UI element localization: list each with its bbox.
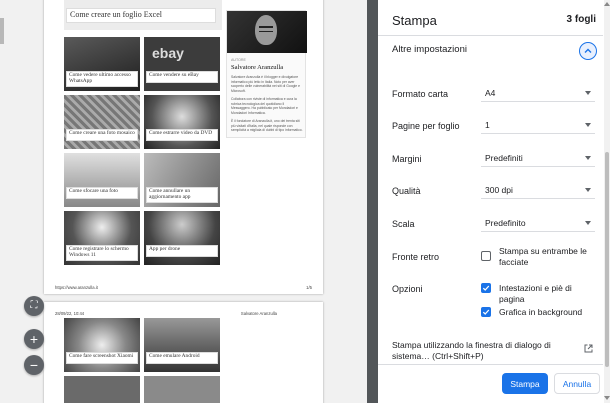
article-thumb[interactable]: ebay Come vendere su eBay <box>144 37 220 91</box>
article-thumb[interactable]: Come sfocare una foto <box>64 153 140 207</box>
thumb-caption: Come estrarre video da DVD <box>146 129 218 141</box>
author-bio: Collabora con riviste di informatica e c… <box>231 97 298 115</box>
article-thumb[interactable]: Come registrare lo schermo Windows 11 <box>64 211 140 265</box>
caret-down-icon <box>585 188 591 192</box>
thumb-caption: Come fare screenshot Xiaomi <box>66 352 138 364</box>
article-thumb[interactable]: Come annullare un aggiornamento app <box>144 153 220 207</box>
article-thumb[interactable]: Come estrarre video da DVD <box>144 95 220 149</box>
thumb-image <box>64 376 140 403</box>
thumb-caption: Come registrare lo schermo Windows 11 <box>66 245 138 261</box>
thumb-caption: Come sfocare una foto <box>66 187 138 199</box>
thumb-caption: App per drone <box>146 245 218 257</box>
options-label: Opzioni <box>392 284 423 294</box>
page-header-title: Salvatore Aranzulla <box>240 311 277 316</box>
chevron-up-icon <box>584 48 592 53</box>
author-bio: È il fondatore di Aranzulla.it, uno dei … <box>231 119 303 133</box>
caret-down-icon <box>585 221 591 225</box>
author-kicker: AUTORE <box>231 58 246 62</box>
print-button[interactable]: Stampa <box>502 373 548 394</box>
print-preview: Come creare un foglio Excel Come vedere … <box>0 0 367 403</box>
quality-label: Qualità <box>392 186 421 196</box>
plus-icon: + <box>29 331 39 347</box>
author-photo <box>227 11 307 53</box>
paper-size-value: A4 <box>485 88 496 98</box>
zoom-out-button[interactable]: − <box>24 355 44 375</box>
pages-per-sheet-label: Pagine per foglio <box>392 121 460 131</box>
author-name: Salvatore Aranzulla <box>231 64 284 71</box>
article-thumb[interactable]: Come vedere ultimo accesso WhatsApp <box>64 37 140 91</box>
margins-value: Predefiniti <box>485 153 523 163</box>
header-divider <box>378 35 603 36</box>
thumb-caption: Come vedere ultimo accesso WhatsApp <box>66 71 138 87</box>
background-graphics-label[interactable]: Grafica in background <box>499 307 599 318</box>
thumb-image <box>144 376 220 403</box>
duplex-option-label[interactable]: Stampa su entrambe le facciate <box>499 246 599 268</box>
page-footer-url: https://www.aranzulla.it <box>55 285 98 290</box>
headers-footers-label[interactable]: Intestazioni e piè di pagina <box>499 283 599 305</box>
panel-scrollbar[interactable] <box>604 0 610 403</box>
caret-down-icon <box>585 123 591 127</box>
preview-page-1: Come creare un foglio Excel Come vedere … <box>44 0 323 294</box>
scale-value: Predefinito <box>485 218 526 228</box>
preview-page-2: 28/09/22, 10:44 Salvatore Aranzulla Come… <box>44 302 323 403</box>
scroll-up-arrow-icon[interactable] <box>604 2 610 6</box>
margins-select[interactable]: Predefiniti <box>481 149 595 167</box>
thumb-caption: Come vendere su eBay <box>146 71 218 83</box>
pages-per-sheet-select[interactable]: 1 <box>481 116 595 134</box>
preview-edge <box>0 18 4 44</box>
scale-select[interactable]: Predefinito <box>481 214 595 232</box>
background-graphics-checkbox[interactable] <box>481 307 491 317</box>
thumb-caption: Come emulare Android <box>146 352 218 364</box>
page-header-date: 28/09/22, 10:44 <box>55 311 85 316</box>
zoom-in-button[interactable]: + <box>24 329 44 349</box>
minus-icon: − <box>29 357 39 373</box>
top-caption[interactable]: Come creare un foglio Excel <box>66 8 216 23</box>
thumb-caption: Come creare una foto mosaico <box>66 129 138 141</box>
paper-size-label: Formato carta <box>392 89 449 99</box>
fit-icon: ⛶ <box>30 300 38 311</box>
margins-label: Margini <box>392 154 422 164</box>
duplex-label: Fronte retro <box>392 252 440 262</box>
article-thumb[interactable]: Come emulare Android <box>144 318 220 372</box>
more-settings-label[interactable]: Altre impostazioni <box>392 44 467 55</box>
article-thumb[interactable]: App per drone <box>144 211 220 265</box>
open-external-icon[interactable] <box>584 344 593 353</box>
footer-divider <box>378 364 603 365</box>
system-dialog-link[interactable]: Stampa utilizzando la finestra di dialog… <box>392 340 580 362</box>
cancel-button[interactable]: Annulla <box>554 373 600 394</box>
check-icon <box>482 309 490 315</box>
page-number: 1/5 <box>306 285 312 290</box>
caret-down-icon <box>585 156 591 160</box>
author-face <box>255 15 277 45</box>
pages-per-sheet-value: 1 <box>485 120 490 130</box>
scale-label: Scala <box>392 219 415 229</box>
sheet-count: 3 fogli <box>566 14 596 25</box>
quality-select[interactable]: 300 dpi <box>481 181 595 199</box>
ebay-logo: ebay <box>152 45 184 61</box>
scroll-down-arrow-icon[interactable] <box>604 396 610 400</box>
article-thumb[interactable]: Come fare screenshot Xiaomi <box>64 318 140 372</box>
article-thumb[interactable]: Come creare una foto mosaico <box>64 95 140 149</box>
fit-to-page-button[interactable]: ⛶ <box>24 296 44 316</box>
thumb-caption: Come annullare un aggiornamento app <box>146 187 218 203</box>
quality-value: 300 dpi <box>485 185 513 195</box>
caret-down-icon <box>585 91 591 95</box>
check-icon <box>482 285 490 291</box>
panel-title: Stampa <box>392 13 437 28</box>
scrollbar-thumb[interactable] <box>605 152 609 367</box>
author-bio: Salvatore Aranzulla è il blogger e divul… <box>231 75 300 93</box>
headers-footers-checkbox[interactable] <box>481 283 491 293</box>
paper-size-select[interactable]: A4 <box>481 84 595 102</box>
author-card: AUTORE Salvatore Aranzulla Salvatore Ara… <box>226 10 307 138</box>
print-settings-panel: Stampa 3 fogli Altre impostazioni Format… <box>378 0 610 403</box>
more-settings-toggle[interactable] <box>579 42 597 60</box>
duplex-checkbox[interactable] <box>481 251 491 261</box>
